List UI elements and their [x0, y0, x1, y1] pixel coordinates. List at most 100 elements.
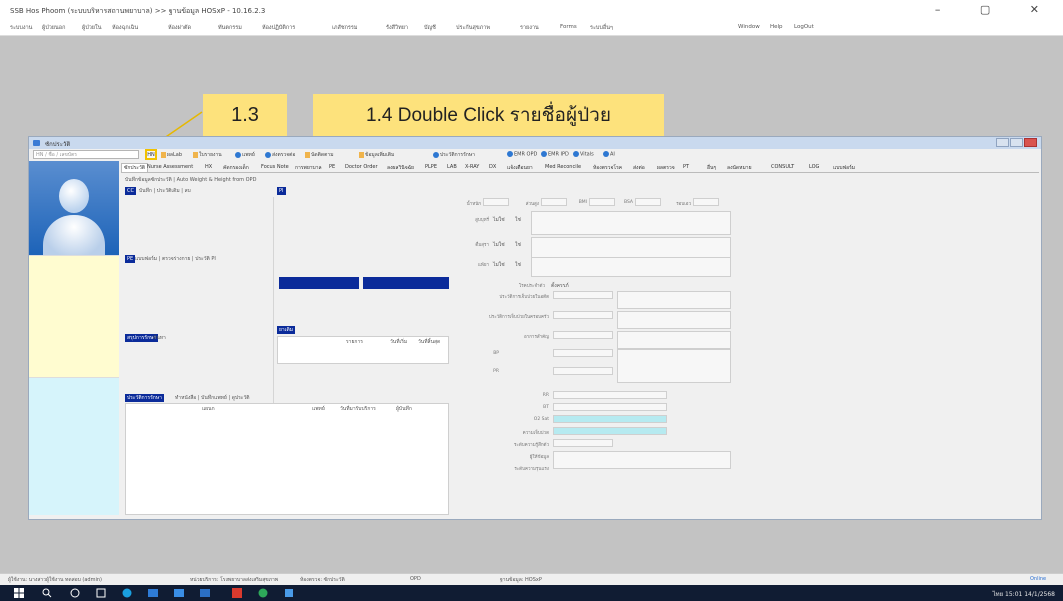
tab-pe[interactable]: PE — [329, 164, 335, 170]
smoke-yes-radio[interactable]: ใช่ — [515, 216, 521, 224]
widgets-icon[interactable] — [96, 588, 106, 598]
tab-log[interactable]: LOG — [809, 164, 819, 170]
menu-item[interactable]: ทันตกรรม — [218, 24, 242, 32]
allergy-detail-field[interactable] — [531, 257, 731, 277]
pe-button[interactable]: PE — [125, 255, 136, 263]
menu-item[interactable]: LogOut — [794, 24, 814, 30]
close-button[interactable] — [1024, 138, 1037, 147]
tab-hx[interactable]: HX — [205, 164, 212, 170]
toolbar-lab[interactable]: ผลLab — [161, 151, 182, 159]
toolbar-appointment[interactable]: นัดติดตาม — [305, 151, 334, 159]
remote-app-icon[interactable] — [284, 588, 294, 598]
cc-button[interactable]: CC — [125, 187, 136, 195]
toolbar-ai[interactable]: AI — [603, 151, 615, 158]
tab-nursing[interactable]: การพยาบาล — [295, 164, 322, 172]
search-icon[interactable] — [42, 588, 52, 598]
maximize-button[interactable] — [1010, 138, 1023, 147]
waist-field[interactable] — [693, 198, 719, 206]
cc-links[interactable]: บันทึก | ประวัติเดิม | ลบ — [139, 187, 191, 195]
alcohol-no-radio[interactable]: ไม่ใช่ — [493, 241, 505, 249]
family-illness-field[interactable] — [553, 311, 613, 319]
menu-item[interactable]: เภสัชกรรม — [332, 24, 357, 32]
pregnancy-option[interactable]: ตั้งครรภ์ — [551, 282, 569, 290]
consciousness-field[interactable] — [553, 439, 613, 447]
weight-field[interactable] — [483, 198, 509, 206]
history-search-link[interactable]: ค้นหา — [153, 334, 166, 342]
toolbar-extra[interactable]: ข้อมูลเพิ่มเติม — [359, 151, 394, 159]
tab-plpe[interactable]: PLPE — [425, 164, 437, 170]
menu-item[interactable]: Help — [770, 24, 783, 30]
window-controls[interactable]: – ▢ ✕ — [935, 3, 1057, 16]
toolbar-emr-opd[interactable]: EMR OPD — [507, 151, 537, 158]
menu-item[interactable]: ระบบอื่นๆ — [590, 24, 613, 32]
toolbar-doctor[interactable]: แพทย์ — [235, 151, 255, 159]
minimize-button[interactable] — [996, 138, 1009, 147]
bmi-field[interactable] — [589, 198, 615, 206]
toolbar-emr-ipd[interactable]: EMR IPD — [541, 151, 569, 158]
chief-complaint-detail[interactable] — [617, 331, 731, 349]
tab-xray[interactable]: X-RAY — [465, 164, 479, 170]
rr-field[interactable] — [553, 391, 667, 399]
menu-item[interactable]: ห้องปฏิบัติการ — [262, 24, 295, 32]
tab-pt[interactable]: PT — [683, 164, 689, 170]
menu-item[interactable]: รังสีวิทยา — [386, 24, 408, 32]
edge-browser-icon[interactable] — [122, 588, 132, 598]
tab-other[interactable]: อื่นๆ — [707, 164, 716, 172]
tab-consult[interactable]: CONSULT — [771, 164, 794, 170]
search-hn-button[interactable]: HN — [145, 149, 157, 160]
drug-button[interactable]: ยาเดิม — [277, 326, 295, 334]
tab-diagnosis[interactable]: ลงผลวินิจฉัย — [387, 164, 414, 172]
store-icon[interactable] — [174, 588, 184, 598]
patient-search-input[interactable]: HN / ชื่อ / เลขบัตร — [33, 150, 139, 159]
windows-start-icon[interactable] — [14, 588, 24, 598]
bt-field[interactable] — [553, 403, 667, 411]
height-field[interactable] — [541, 198, 567, 206]
visit-history-button[interactable]: ประวัติการรักษา — [125, 394, 164, 402]
vitals-note-field[interactable] — [617, 349, 731, 383]
mail-icon[interactable] — [200, 588, 210, 598]
tab-nurse-assessment[interactable]: Nurse Assessment — [147, 164, 193, 170]
pe-links[interactable]: แบบฟอร์ม | ตรวจร่างกาย | ประวัติ PI — [135, 255, 216, 263]
menu-item[interactable]: รายงาน — [520, 24, 539, 32]
pdf-app-icon[interactable] — [232, 588, 242, 598]
tab-lab[interactable]: LAB — [447, 164, 457, 170]
menu-item[interactable]: Forms — [560, 24, 577, 30]
past-illness-field[interactable] — [553, 291, 613, 299]
toolbar-refer[interactable]: ส่งตรวจต่อ — [265, 151, 295, 159]
menu-item[interactable]: Window — [738, 24, 760, 30]
toolbar-history[interactable]: ประวัติการรักษา — [433, 151, 475, 159]
pain-field[interactable] — [553, 427, 667, 435]
smoke-detail-field[interactable] — [531, 211, 731, 235]
chief-complaint-field[interactable] — [553, 331, 613, 339]
tab-drug-alert[interactable]: แจ้งเตือนยา — [507, 164, 533, 172]
menu-item[interactable]: ระบบงาน — [10, 24, 32, 32]
tab-screening[interactable]: คัดกรองเด็ก — [223, 164, 249, 172]
menu-item[interactable]: บัญชี — [424, 24, 436, 32]
task-view-icon[interactable] — [70, 588, 80, 598]
menu-item[interactable]: ผู้ป่วยใน — [82, 24, 101, 32]
menu-item[interactable]: ห้องฉุกเฉิน — [112, 24, 138, 32]
o2sat-field[interactable] — [553, 415, 667, 423]
family-illness-detail[interactable] — [617, 311, 731, 329]
tab-med-reconcile[interactable]: Med Reconcile — [545, 164, 581, 170]
visit-links[interactable]: ทำหนังสือ | บันทึกแพทย์ | ดูประวัติ — [175, 394, 250, 402]
drug-table[interactable]: รายการ วันที่เริ่ม วันที่สิ้นสุด — [277, 336, 449, 364]
menu-item[interactable]: ประกันสุขภาพ — [456, 24, 490, 32]
menu-item[interactable]: ผู้ป่วยนอก — [42, 24, 65, 32]
tab-forms[interactable]: แบบฟอร์ม — [833, 164, 855, 172]
subtoolbar-text[interactable]: บันทึกข้อมูลซักประวัติ | Auto Weight & H… — [125, 176, 256, 184]
past-illness-detail[interactable] — [617, 291, 731, 309]
bp-field[interactable] — [553, 349, 613, 357]
visit-history-table[interactable]: แผนก แพทย์ วันที่มารับบริการ ผู้บันทึก — [125, 403, 449, 515]
tab-appointment[interactable]: ลงนัดหมาย — [727, 164, 752, 172]
alcohol-detail-field[interactable] — [531, 237, 731, 259]
tab-doctor-order[interactable]: Doctor Order — [345, 164, 378, 170]
menu-item[interactable]: ห้องผ่าตัด — [168, 24, 191, 32]
app-icon[interactable] — [148, 588, 158, 598]
bsa-field[interactable] — [635, 198, 661, 206]
tab-exam-room[interactable]: ห้องตรวจโรค — [593, 164, 622, 172]
informant-field[interactable] — [553, 451, 731, 469]
tab-focus-note[interactable]: Focus Note — [261, 164, 289, 170]
system-tray[interactable]: ไทย 15:01 14/1/2568 — [993, 589, 1055, 599]
toolbar-report[interactable]: ใบรายงาน — [193, 151, 222, 159]
